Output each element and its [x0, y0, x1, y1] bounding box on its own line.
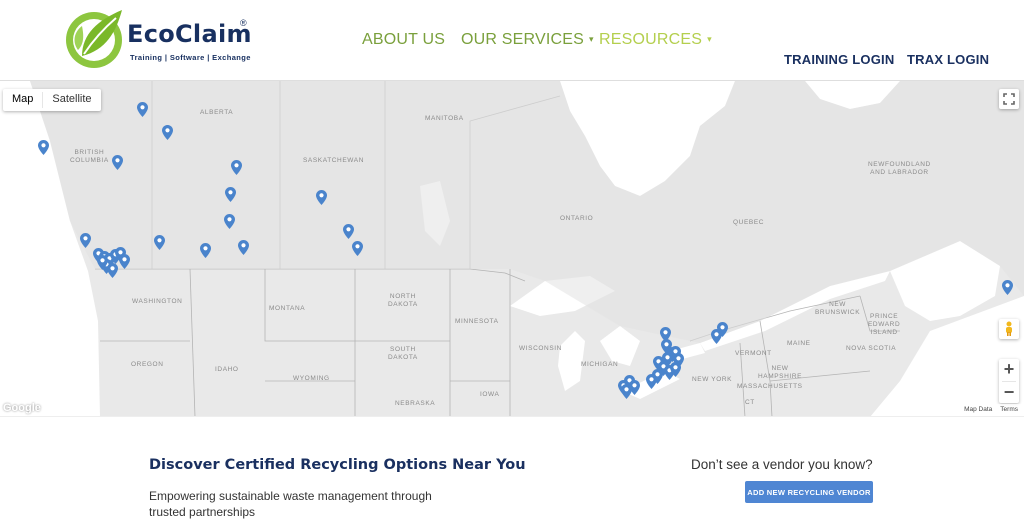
vendor-pin-icon[interactable] [200, 243, 211, 258]
vendor-pin-icon[interactable] [224, 214, 235, 229]
terms-link[interactable]: Terms [1000, 404, 1018, 416]
pegman-icon [1006, 321, 1012, 336]
region-label: MASSACHUSETTS [737, 383, 803, 390]
vendor-pin-icon[interactable] [97, 255, 108, 270]
region-label: ALBERTA [200, 109, 234, 116]
region-label: NEWFOUNDLAND AND LABRADOR [868, 161, 931, 176]
brand-name: EcoClaim [127, 20, 252, 48]
map-attribution: Map Data Terms [960, 404, 1022, 416]
region-label: WISCONSIN [519, 345, 562, 352]
region-label: NEBRASKA [395, 400, 436, 407]
ecoclaim-logo[interactable]: EcoClaim ® Training | Software | Exchang… [64, 6, 254, 72]
nav-our-services[interactable]: OUR SERVICES ▾ [461, 31, 594, 49]
chevron-down-icon: ▾ [707, 34, 712, 45]
vendor-pin-icon[interactable] [137, 102, 148, 117]
brand-tagline: Training | Software | Exchange [130, 53, 251, 62]
vendor-pin-icon[interactable] [119, 254, 130, 269]
trax-login-link[interactable]: TRAX LOGIN [907, 52, 989, 67]
region-label: OREGON [131, 361, 164, 368]
vendor-pin-icon[interactable] [717, 322, 728, 337]
add-vendor-button[interactable]: ADD NEW RECYCLING VENDOR [745, 481, 873, 503]
region-label: IDAHO [215, 366, 239, 373]
section-heading: Discover Certified Recycling Options Nea… [149, 457, 526, 473]
training-login-link[interactable]: TRAINING LOGIN [784, 52, 894, 67]
vendor-map[interactable]: Map Satellite ALBERTA BRITISH COLUMBIA M… [0, 80, 1024, 416]
vendor-pin-icon[interactable] [316, 190, 327, 205]
vendor-prompt: Don’t see a vendor you know? [691, 457, 873, 472]
vendor-pin-icon[interactable] [112, 155, 123, 170]
fullscreen-icon [1003, 93, 1015, 105]
nav-resources[interactable]: RESOURCES ▾ [599, 31, 712, 49]
vendor-pin-icon[interactable] [162, 125, 173, 140]
fullscreen-button[interactable] [999, 89, 1019, 109]
region-label: MAINE [787, 340, 811, 347]
region-label: NEW YORK [692, 376, 733, 383]
zoom-control: + − [999, 359, 1019, 403]
region-label: PRINCE EDWARD ISLAND [868, 313, 901, 336]
vendor-pin-icon[interactable] [621, 384, 632, 399]
map-type-map[interactable]: Map [3, 89, 42, 111]
region-label: MONTANA [269, 305, 306, 312]
vendor-pin-icon[interactable] [646, 374, 657, 389]
registered-mark: ® [240, 18, 247, 28]
chevron-down-icon: ▾ [589, 34, 594, 45]
street-view-button[interactable] [999, 319, 1019, 339]
region-label: QUEBEC [733, 219, 765, 226]
region-label: NOVA SCOTIA [846, 345, 897, 352]
section-description: Empowering sustainable waste management … [149, 489, 432, 519]
region-label: NEW HAMPSHIRE [758, 365, 803, 380]
vendor-pin-icon[interactable] [352, 241, 363, 256]
region-label: MINNESOTA [455, 318, 499, 325]
vendor-pin-icon[interactable] [231, 160, 242, 175]
vendor-pin-icon[interactable] [38, 140, 49, 155]
map-data-link[interactable]: Map Data [964, 404, 992, 416]
region-label: IOWA [480, 391, 500, 398]
region-label: MICHIGAN [581, 361, 619, 368]
region-label: SASKATCHEWAN [303, 157, 365, 164]
site-header: EcoClaim ® Training | Software | Exchang… [0, 0, 1024, 80]
nav-about-us[interactable]: ABOUT US [362, 31, 445, 49]
nav-about-label: ABOUT US [362, 31, 446, 48]
vendor-pin-icon[interactable] [1002, 280, 1013, 295]
nav-services-label: OUR SERVICES [461, 31, 585, 48]
google-logo: Google [3, 402, 41, 414]
region-label: VERMONT [735, 350, 772, 357]
map-type-satellite[interactable]: Satellite [43, 89, 100, 111]
vendor-pin-icon[interactable] [238, 240, 249, 255]
region-label: NORTH DAKOTA [388, 293, 418, 308]
leaf-logo-icon [66, 10, 122, 68]
zoom-out-button[interactable]: − [999, 382, 1019, 404]
region-label: BRITISH COLUMBIA [70, 149, 109, 164]
vendor-pin-icon[interactable] [225, 187, 236, 202]
vendor-pin-icon[interactable] [107, 263, 118, 278]
region-label: ONTARIO [560, 215, 594, 222]
region-label: MANITOBA [425, 115, 464, 122]
map-type-control: Map Satellite [3, 89, 101, 111]
vendor-pin-icon[interactable] [670, 362, 681, 377]
zoom-in-button[interactable]: + [999, 359, 1019, 381]
region-label: SOUTH DAKOTA [388, 346, 418, 361]
region-label: WASHINGTON [132, 298, 183, 305]
region-label: CT [745, 399, 755, 406]
discover-section: Discover Certified Recycling Options Nea… [0, 416, 1024, 522]
vendor-pin-icon[interactable] [343, 224, 354, 239]
vendor-pin-icon[interactable] [154, 235, 165, 250]
nav-resources-label: RESOURCES [599, 31, 703, 48]
region-label: NEW BRUNSWICK [815, 301, 861, 316]
region-label: WYOMING [293, 375, 330, 382]
vendor-pin-icon[interactable] [80, 233, 91, 248]
